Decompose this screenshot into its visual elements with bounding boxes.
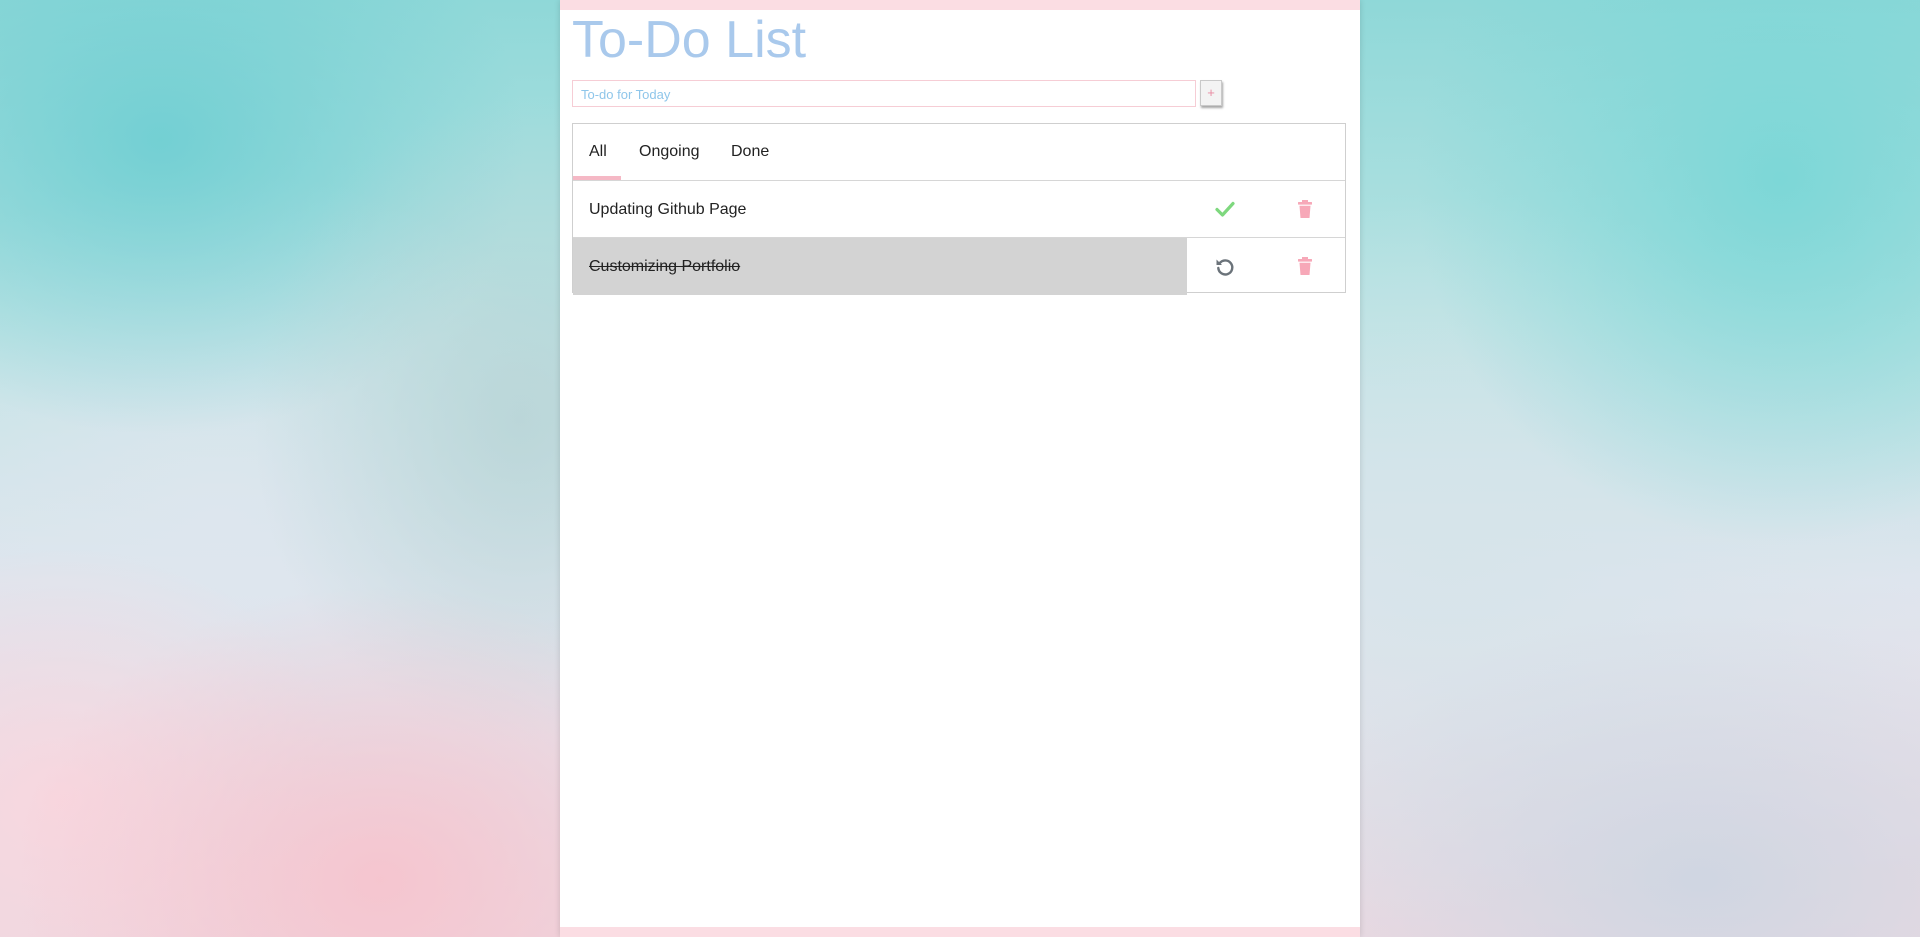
task-text: Updating Github Page — [589, 201, 747, 218]
tab-done[interactable]: Done — [731, 124, 769, 180]
active-tab-indicator — [573, 176, 621, 180]
undo-task-button[interactable] — [1213, 254, 1237, 278]
tab-bar: All Ongoing Done — [573, 124, 1345, 181]
task-text: Customizing Portfolio — [589, 258, 741, 275]
trash-icon — [1298, 257, 1312, 275]
top-accent-bar — [560, 0, 1360, 10]
trash-icon — [1298, 200, 1312, 218]
check-icon — [1215, 201, 1235, 217]
complete-task-button[interactable] — [1213, 197, 1237, 221]
task-row: Customizing Portfolio — [573, 238, 1345, 295]
undo-icon — [1216, 259, 1234, 276]
page-title: To-Do List — [572, 11, 807, 69]
tab-all[interactable]: All — [589, 124, 607, 180]
task-row: Updating Github Page — [573, 181, 1345, 238]
todo-card: To-Do List + All Ongoing Done Updating G… — [560, 0, 1360, 937]
task-text-area: Updating Github Page — [573, 181, 1187, 238]
delete-task-button[interactable] — [1293, 254, 1317, 278]
task-panel: All Ongoing Done Updating Github Page Cu… — [572, 123, 1346, 295]
bottom-accent-bar — [560, 927, 1360, 937]
delete-task-button[interactable] — [1293, 197, 1317, 221]
add-todo-button[interactable]: + — [1200, 80, 1222, 106]
tab-ongoing[interactable]: Ongoing — [639, 124, 700, 180]
task-text-area: Customizing Portfolio — [573, 238, 1187, 295]
todo-input[interactable] — [572, 80, 1196, 107]
